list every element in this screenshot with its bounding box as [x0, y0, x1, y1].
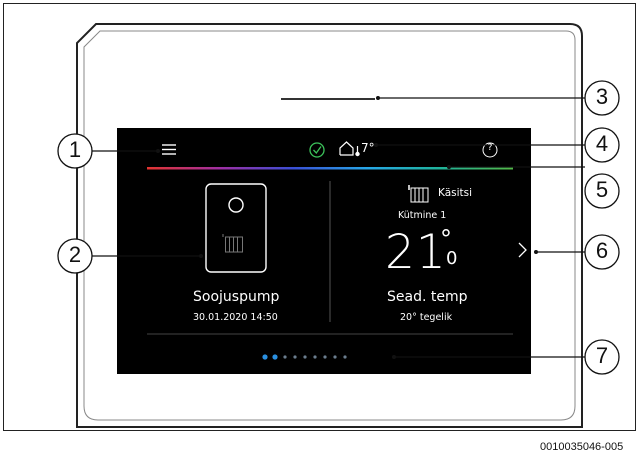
page-dot[interactable] — [323, 355, 327, 359]
callout-4: 4 — [595, 131, 609, 156]
page-dot-active[interactable] — [262, 354, 268, 360]
callout-7: 7 — [595, 343, 609, 368]
help-glyph: ? — [487, 143, 493, 153]
heating-circuit-label: Kütmine 1 — [398, 210, 447, 221]
page-dot[interactable] — [343, 355, 347, 359]
device-name: Soojuspump — [193, 289, 280, 305]
thermostat-diagram — [57, 23, 620, 428]
actual-temperature: 20° tegelik — [400, 312, 453, 323]
callout-1: 1 — [68, 137, 82, 162]
room-temperature-decimal: 0 — [446, 248, 458, 269]
page-dot[interactable] — [293, 355, 297, 359]
date-time: 30.01.2020 14:50 — [193, 312, 278, 323]
outdoor-temperature: 7° — [361, 141, 375, 155]
room-temperature-value[interactable]: 21 — [385, 225, 447, 280]
page-dot[interactable] — [303, 355, 307, 359]
setpoint-label: Sead. temp — [387, 289, 468, 305]
page-dot[interactable] — [333, 355, 337, 359]
touch-screen[interactable] — [117, 128, 531, 374]
callout-6: 6 — [595, 238, 609, 263]
mode-label[interactable]: Käsitsi — [438, 187, 472, 199]
page-dot[interactable] — [283, 355, 287, 359]
page-dot[interactable] — [313, 355, 317, 359]
page-dot-active[interactable] — [272, 354, 278, 360]
callout-3: 3 — [595, 84, 609, 109]
callout-2: 2 — [68, 242, 82, 267]
callout-5: 5 — [595, 177, 609, 202]
figure-id: 0010035046-005 — [540, 441, 624, 453]
